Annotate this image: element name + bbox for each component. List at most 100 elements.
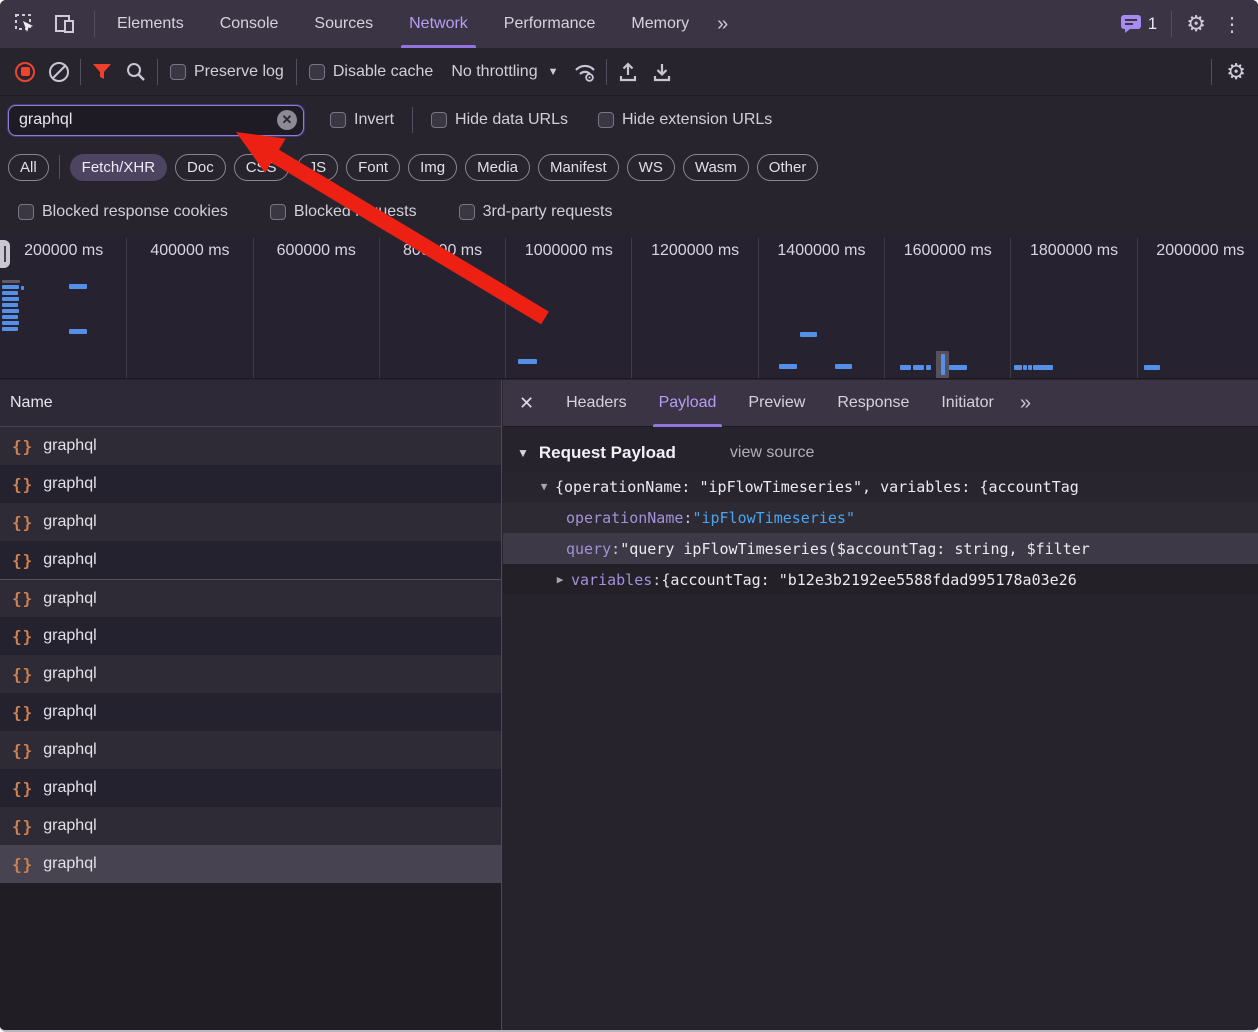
details-tab-initiator[interactable]: Initiator [925,380,1009,427]
collapse-caret-icon[interactable]: ▼ [517,446,529,460]
chip-wasm[interactable]: Wasm [683,154,749,181]
disable-cache-toggle[interactable]: Disable cache [301,63,442,81]
disable-cache-checkbox[interactable] [309,64,325,80]
view-source-link[interactable]: view source [730,444,814,462]
payload-root-line[interactable]: ▼ {operationName: "ipFlowTimeseries", va… [503,471,1258,502]
issues-indicator[interactable]: 1 [1120,14,1157,34]
details-tab-headers[interactable]: Headers [550,380,642,427]
record-button[interactable] [8,55,42,89]
request-row[interactable]: {}graphql [0,579,501,617]
network-overview-timeline[interactable]: 200000 ms400000 ms600000 ms800000 ms1000… [0,238,1258,379]
request-row[interactable]: {}graphql [0,427,501,465]
hide-data-urls-toggle[interactable]: Hide data URLs [423,111,576,129]
fetch-json-icon: {} [12,703,33,722]
request-payload-header: ▼ Request Payload view source [503,427,1258,471]
checkbox[interactable] [18,204,34,220]
tab-elements[interactable]: Elements [99,0,202,48]
3rd-party-requests-toggle[interactable]: 3rd-party requests [451,203,621,221]
devtools-window: ElementsConsoleSourcesNetworkPerformance… [0,0,1258,1032]
payload-line-variables[interactable]: ▶ variables: {accountTag: "b12e3b2192ee5… [503,564,1258,595]
close-details-icon[interactable]: ✕ [503,393,550,414]
tab-network[interactable]: Network [391,0,486,48]
chip-all[interactable]: All [8,154,49,181]
checkbox[interactable] [459,204,475,220]
chip-font[interactable]: Font [346,154,400,181]
timeline-request-bar [1144,365,1160,370]
fetch-json-icon: {} [12,589,33,608]
timeline-segment: 1400000 ms [759,238,885,379]
chip-manifest[interactable]: Manifest [538,154,619,181]
checkbox[interactable] [270,204,286,220]
payload-line-query[interactable]: query: "query ipFlowTimeseries($accountT… [503,533,1258,564]
more-tabs-icon[interactable]: » [707,13,736,36]
timeline-request-bar [2,280,20,283]
chip-js[interactable]: JS [297,154,339,181]
search-icon[interactable] [119,55,153,89]
clear-network-log-icon[interactable] [42,55,76,89]
import-har-icon[interactable] [611,55,645,89]
hide-data-urls-label: Hide data URLs [455,111,568,129]
tab-memory[interactable]: Memory [613,0,707,48]
request-row[interactable]: {}graphql [0,693,501,731]
throttling-select[interactable]: No throttling ▼ [441,63,568,81]
hide-extension-urls-checkbox[interactable] [598,112,614,128]
request-row[interactable]: {}graphql [0,617,501,655]
filter-input[interactable]: graphql ✕ [8,105,304,136]
tab-performance[interactable]: Performance [486,0,614,48]
request-row[interactable]: {}graphql [0,845,501,883]
timeline-tick-label: 800000 ms [380,242,505,260]
chip-img[interactable]: Img [408,154,457,181]
expander-down-icon[interactable]: ▼ [537,480,551,493]
network-conditions-icon[interactable] [568,55,602,89]
chip-doc[interactable]: Doc [175,154,226,181]
request-row[interactable]: {}graphql [0,655,501,693]
preserve-log-toggle[interactable]: Preserve log [162,63,292,81]
clear-filter-icon[interactable]: ✕ [277,110,297,130]
device-toolbar-icon[interactable] [48,7,82,41]
payload-root-preview: {operationName: "ipFlowTimeseries", vari… [555,478,1079,496]
request-name: graphql [43,551,96,569]
timeline-segment: 200000 ms [1,238,127,379]
chip-ws[interactable]: WS [627,154,675,181]
chip-fetch-xhr[interactable]: Fetch/XHR [70,154,167,181]
name-column-header[interactable]: Name [0,380,501,427]
payload-line-operationName[interactable]: operationName: "ipFlowTimeseries" [503,502,1258,533]
request-name: graphql [43,513,96,531]
details-tab-payload[interactable]: Payload [643,380,733,427]
preserve-log-checkbox[interactable] [170,64,186,80]
blocked-requests-toggle[interactable]: Blocked requests [262,203,425,221]
request-row[interactable]: {}graphql [0,465,501,503]
fetch-json-icon: {} [12,551,33,570]
timeline-request-bar [1023,365,1027,370]
blocked-response-cookies-toggle[interactable]: Blocked response cookies [10,203,236,221]
chevron-down-icon: ▼ [548,66,559,78]
tab-console[interactable]: Console [202,0,297,48]
request-row[interactable]: {}graphql [0,503,501,541]
throttling-value: No throttling [451,63,537,81]
request-row[interactable]: {}graphql [0,769,501,807]
network-settings-gear-icon[interactable]: ⚙ [1226,59,1246,85]
chip-css[interactable]: CSS [234,154,289,181]
settings-gear-icon[interactable]: ⚙ [1186,11,1206,37]
tab-sources[interactable]: Sources [296,0,391,48]
details-tab-response[interactable]: Response [821,380,925,427]
name-column-label: Name [10,394,53,412]
filter-icon[interactable] [85,55,119,89]
kebab-menu-icon[interactable]: ⋮ [1216,12,1248,37]
payload-value: "query ipFlowTimeseries($accountTag: str… [620,540,1090,558]
inspect-element-icon[interactable] [8,7,42,41]
details-tab-preview[interactable]: Preview [732,380,821,427]
expander-right-icon[interactable]: ▶ [553,573,567,586]
export-har-icon[interactable] [645,55,679,89]
invert-checkbox[interactable] [330,112,346,128]
request-row[interactable]: {} graphql [0,541,501,579]
hide-extension-urls-toggle[interactable]: Hide extension URLs [590,111,780,129]
invert-toggle[interactable]: Invert [322,111,402,129]
hide-data-urls-checkbox[interactable] [431,112,447,128]
details-more-tabs-icon[interactable]: » [1010,392,1039,415]
request-row[interactable]: {}graphql [0,731,501,769]
chip-other[interactable]: Other [757,154,819,181]
chip-media[interactable]: Media [465,154,530,181]
request-row[interactable]: {}graphql [0,807,501,845]
timeline-request-bar [69,284,87,289]
